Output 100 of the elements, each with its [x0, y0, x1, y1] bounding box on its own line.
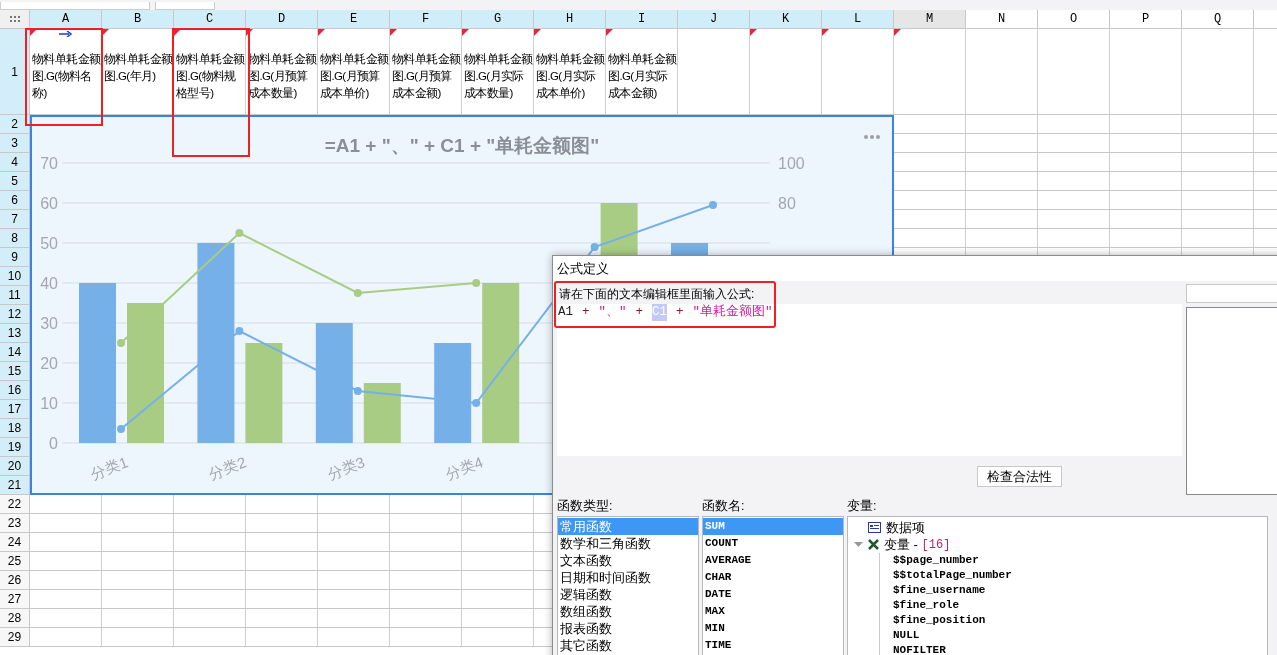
row-header[interactable]: 17	[0, 400, 30, 418]
line-point	[235, 229, 244, 237]
row-header[interactable]: 12	[0, 305, 30, 323]
row-header[interactable]: 19	[0, 438, 30, 456]
tree-item[interactable]: $fine_position	[893, 613, 1267, 628]
column-header[interactable]: H	[534, 10, 606, 28]
row-header[interactable]: 24	[0, 533, 30, 551]
collapse-arrow-icon[interactable]	[854, 541, 863, 548]
cell-text: 物料单耗金额图.G(物料名称)	[32, 52, 101, 101]
row-header[interactable]: 1	[0, 29, 30, 114]
section-label: 函数名:	[702, 498, 746, 515]
row-header[interactable]: 22	[0, 495, 30, 513]
table-cell[interactable]	[822, 29, 894, 114]
list-item[interactable]: AVERAGE	[703, 552, 843, 569]
row-header[interactable]: 28	[0, 609, 30, 627]
cell-text: 物料单耗金额图.G(月实际成本金额)	[608, 52, 677, 101]
check-button[interactable]: 检查合法性	[977, 465, 1062, 487]
row-header[interactable]: 14	[0, 343, 30, 361]
column-header[interactable]: K	[750, 10, 822, 28]
column-header[interactable]: I	[606, 10, 678, 28]
table-cell[interactable]: 物料单耗金额图.G(月实际成本单价)	[534, 29, 606, 114]
list-item[interactable]: MIN	[703, 620, 843, 637]
row-header[interactable]: 26	[0, 571, 30, 589]
cell-text: 物料单耗金额图.G(月实际成本数量)	[464, 52, 533, 101]
list-item[interactable]: 数学和三角函数	[558, 535, 698, 552]
list-item[interactable]: 报表函数	[558, 620, 698, 637]
row-header[interactable]: 6	[0, 191, 30, 209]
tree-item[interactable]: $$page_number	[893, 553, 1267, 568]
formula-token: A1	[558, 304, 573, 321]
tree-item[interactable]: $$totalPage_number	[893, 568, 1267, 583]
list-item[interactable]: TIME	[703, 637, 843, 654]
tree-item[interactable]: $fine_username	[893, 583, 1267, 598]
row-header[interactable]: 16	[0, 381, 30, 399]
list-item[interactable]: 文本函数	[558, 552, 698, 569]
row-header[interactable]: 18	[0, 419, 30, 437]
list-item[interactable]: COUNT	[703, 535, 843, 552]
table-cell[interactable]: 物料单耗金额图.G(月实际成本金额)	[606, 29, 678, 114]
formula-editor[interactable]: A1 + "、" + C1 + "单耗金额图"	[557, 304, 1182, 456]
row-header[interactable]: 29	[0, 628, 30, 646]
text-area[interactable]	[1186, 307, 1277, 495]
select-all-corner[interactable]	[0, 10, 30, 28]
column-header[interactable]: L	[822, 10, 894, 28]
list-item[interactable]: 数组函数	[558, 603, 698, 620]
row-header[interactable]: 15	[0, 362, 30, 380]
row-header[interactable]: 21	[0, 476, 30, 494]
row-header[interactable]: 25	[0, 552, 30, 570]
section-label: 变量:	[847, 498, 878, 515]
tree-item[interactable]: NOFILTER	[893, 643, 1267, 655]
list-item[interactable]: CHAR	[703, 569, 843, 586]
font-field[interactable]	[0, 2, 150, 10]
column-header[interactable]: B	[102, 10, 174, 28]
table-cell[interactable]: 物料单耗金额图.G(月实际成本数量)	[462, 29, 534, 114]
row-header[interactable]: 9	[0, 248, 30, 266]
y-tick-label: 60	[40, 195, 58, 212]
table-cell[interactable]	[894, 29, 966, 114]
row-header[interactable]: 2	[0, 115, 30, 133]
input-field[interactable]	[1186, 284, 1277, 303]
table-cell[interactable]: 物料单耗金额图.G(月预算成本金额)	[390, 29, 462, 114]
list-item[interactable]: 其它函数	[558, 637, 698, 654]
row-header[interactable]: 13	[0, 324, 30, 342]
line-point	[472, 279, 481, 287]
column-header[interactable]: E	[318, 10, 390, 28]
tree-item[interactable]: $fine_role	[893, 598, 1267, 613]
row-header[interactable]: 23	[0, 514, 30, 532]
row-header[interactable]: 11	[0, 286, 30, 304]
table-cell[interactable]: 物料单耗金额图.G(物料规格型号)	[174, 29, 246, 114]
list-item[interactable]: MAX	[703, 603, 843, 620]
list-item[interactable]: 日期和时间函数	[558, 569, 698, 586]
category-label: 分类4	[443, 453, 486, 483]
category-label: 分类1	[88, 453, 131, 483]
column-header[interactable]: C	[174, 10, 246, 28]
y-tick-label: 80	[778, 195, 796, 212]
column-header[interactable]: M	[894, 10, 966, 28]
row-header[interactable]: 27	[0, 590, 30, 608]
row-header[interactable]: 8	[0, 229, 30, 247]
size-field[interactable]	[155, 2, 215, 10]
table-cell[interactable]	[750, 29, 822, 114]
column-header[interactable]: D	[246, 10, 318, 28]
more-icon[interactable]	[864, 135, 880, 139]
row-header[interactable]: 4	[0, 153, 30, 171]
grip-icon	[9, 16, 20, 22]
row-header[interactable]: 10	[0, 267, 30, 285]
table-cell[interactable]: 物料单耗金额图.G(月预算成本单价)	[318, 29, 390, 114]
column-header[interactable]: G	[462, 10, 534, 28]
row-header[interactable]: 3	[0, 134, 30, 152]
line-point	[353, 289, 362, 297]
column-header[interactable]: A	[30, 10, 102, 28]
row-header[interactable]: 20	[0, 457, 30, 475]
tree-item[interactable]: NULL	[893, 628, 1267, 643]
y-tick-label: 50	[40, 235, 58, 252]
list-item[interactable]: DATE	[703, 586, 843, 603]
column-header[interactable]: J	[678, 10, 750, 28]
y-tick-label: 30	[40, 315, 58, 332]
row-header[interactable]: 5	[0, 172, 30, 190]
list-item[interactable]: 逻辑函数	[558, 586, 698, 603]
cell-text: 物料单耗金额图.G(月预算成本单价)	[320, 52, 389, 101]
table-cell[interactable]: 物料单耗金额图.G(物料名称)	[30, 29, 102, 114]
row-header[interactable]: 7	[0, 210, 30, 228]
formula-token: "单耗金额图"	[692, 304, 773, 321]
column-header[interactable]: F	[390, 10, 462, 28]
